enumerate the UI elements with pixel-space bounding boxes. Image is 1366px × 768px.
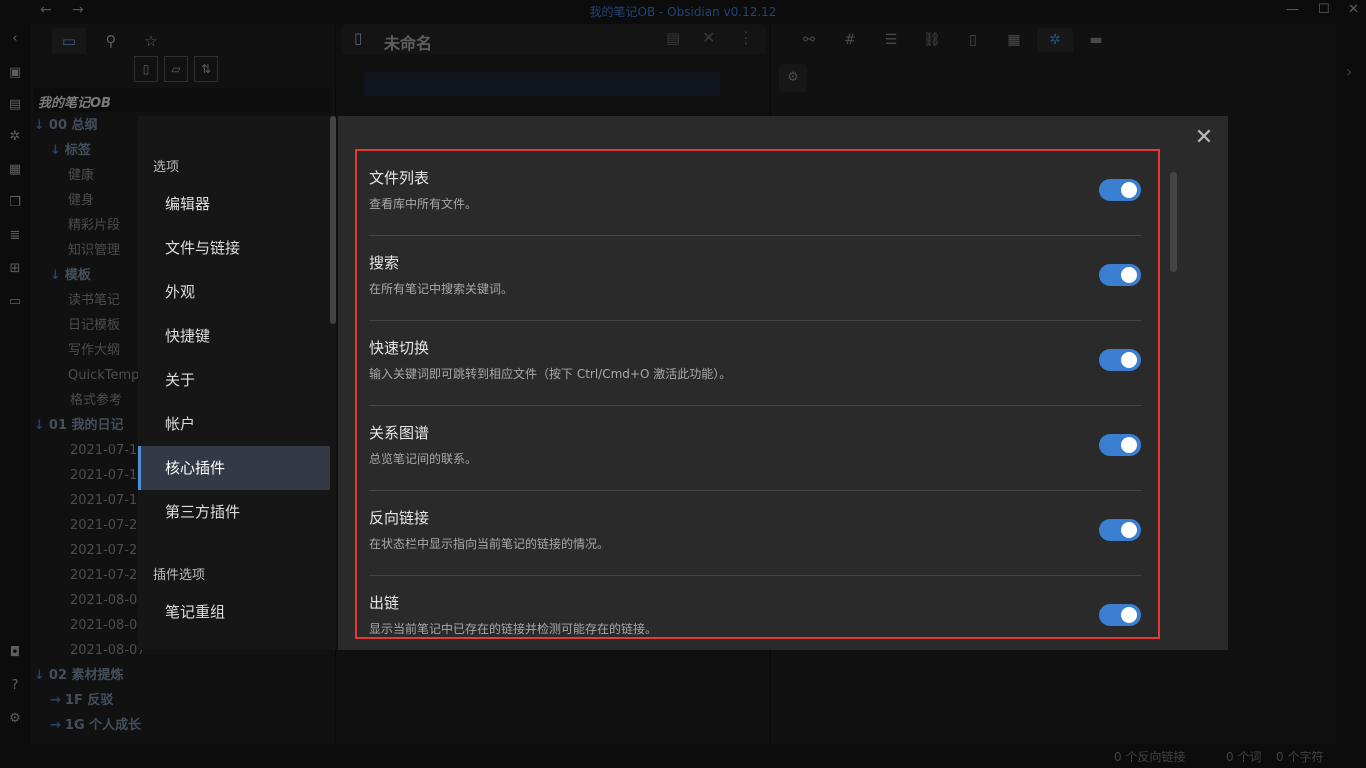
plugin-nav-item[interactable]: 笔记重组	[138, 590, 330, 634]
plugin-description: 在状态栏中显示指向当前笔记的链接的情况。	[369, 537, 610, 551]
plugin-name: 快速切换	[369, 339, 430, 357]
nav-section-plugins: 插件选项	[153, 568, 206, 583]
plugin-description: 查看库中所有文件。	[369, 197, 478, 211]
plugin-description: 在所有笔记中搜索关键词。	[369, 282, 514, 296]
plugin-row: 文件列表查看库中所有文件。	[369, 151, 1141, 236]
settings-sidebar-scrollbar[interactable]	[330, 116, 336, 324]
plugin-name: 关系图谱	[369, 424, 430, 442]
plugin-description: 总览笔记间的联系。	[369, 452, 478, 466]
plugin-toggle[interactable]	[1099, 349, 1141, 371]
plugin-row: 反向链接在状态栏中显示指向当前笔记的链接的情况。	[369, 491, 1141, 576]
settings-nav-item[interactable]: 核心插件	[138, 446, 330, 490]
plugin-row: 关系图谱总览笔记间的联系。	[369, 406, 1141, 491]
nav-section-options: 选项	[153, 160, 180, 175]
plugin-row: 快速切换输入关键词即可跳转到相应文件（按下 Ctrl/Cmd+O 激活此功能）。	[369, 321, 1141, 406]
settings-nav-item[interactable]: 关于	[138, 358, 330, 402]
settings-nav-item[interactable]: 文件与链接	[138, 226, 330, 270]
core-plugins-list: 文件列表查看库中所有文件。搜索在所有笔记中搜索关键词。快速切换输入关键词即可跳转…	[355, 149, 1160, 639]
plugin-toggle[interactable]	[1099, 519, 1141, 541]
settings-sidebar: 选项 编辑器 文件与链接 外观 快捷键 关于 帐户 核心插件 第三方插件 插件选项 笔记重组	[138, 116, 336, 650]
settings-nav-item[interactable]: 外观	[138, 270, 330, 314]
settings-nav-item[interactable]: 第三方插件	[138, 490, 330, 534]
settings-nav-item[interactable]: 帐户	[138, 402, 330, 446]
settings-content-scrollbar[interactable]	[1170, 172, 1177, 272]
close-icon[interactable]: ✕	[1192, 126, 1216, 150]
plugin-name: 文件列表	[369, 169, 430, 187]
settings-content: ✕ 文件列表查看库中所有文件。搜索在所有笔记中搜索关键词。快速切换输入关键词即可…	[338, 116, 1228, 650]
settings-nav-item[interactable]: 快捷键	[138, 314, 330, 358]
plugin-row: 搜索在所有笔记中搜索关键词。	[369, 236, 1141, 321]
plugin-name: 出链	[369, 594, 400, 612]
plugin-row: 出链显示当前笔记中已存在的链接并检测可能存在的链接。	[369, 576, 1141, 637]
plugin-toggle[interactable]	[1099, 434, 1141, 456]
settings-nav-item[interactable]: 编辑器	[138, 182, 330, 226]
plugin-name: 搜索	[369, 254, 400, 272]
plugin-toggle[interactable]	[1099, 264, 1141, 286]
plugin-description: 显示当前笔记中已存在的链接并检测可能存在的链接。	[369, 622, 658, 636]
plugin-toggle[interactable]	[1099, 179, 1141, 201]
plugin-name: 反向链接	[369, 509, 430, 527]
plugin-description: 输入关键词即可跳转到相应文件（按下 Ctrl/Cmd+O 激活此功能）。	[369, 367, 732, 381]
plugin-toggle[interactable]	[1099, 604, 1141, 626]
